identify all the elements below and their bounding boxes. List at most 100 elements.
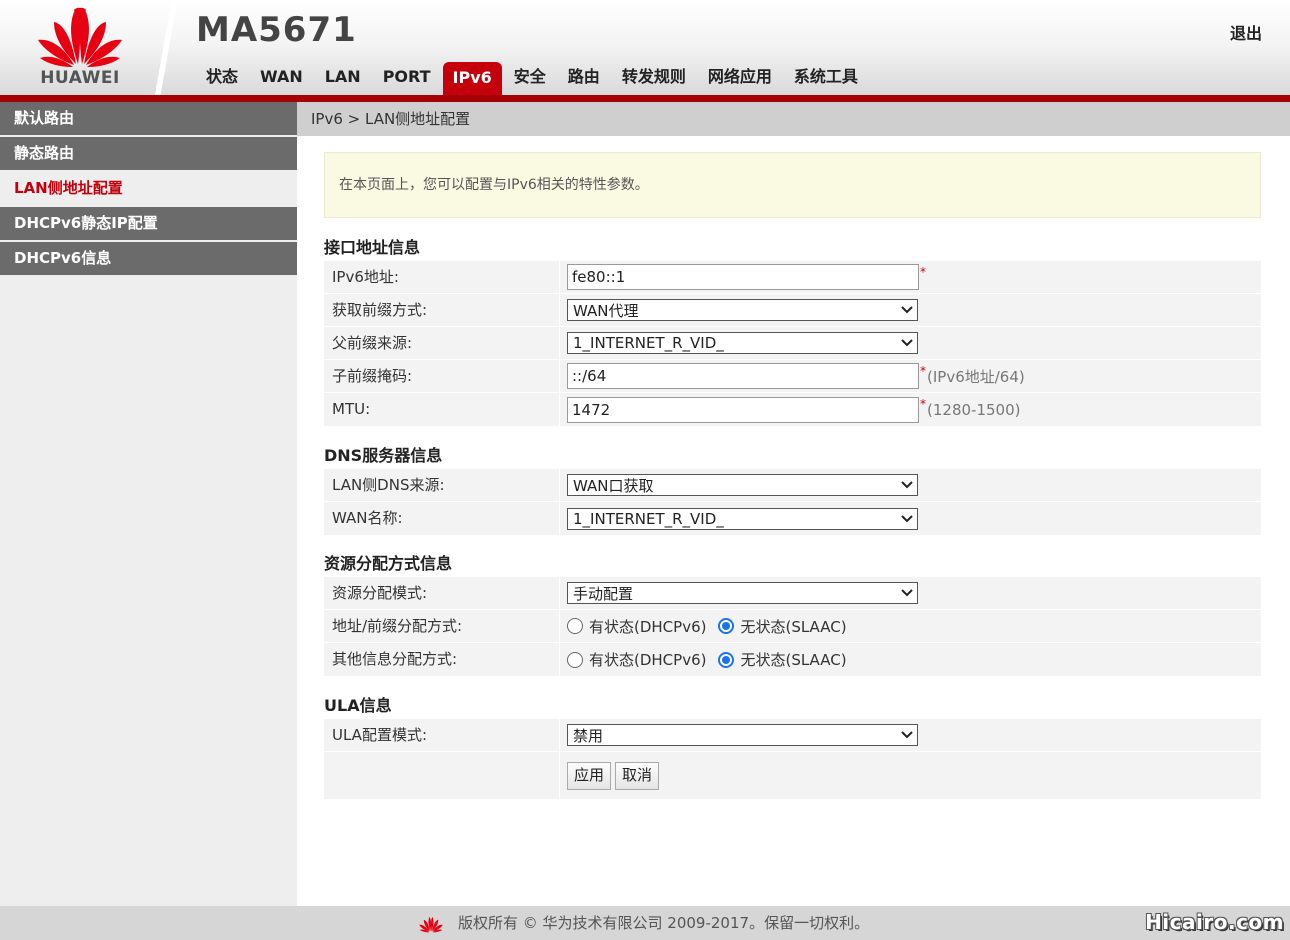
other-assign-label: 其他信息分配方式: <box>324 643 560 676</box>
chevron-down-icon <box>897 333 917 353</box>
nav-status[interactable]: 状态 <box>196 60 248 94</box>
dns-source-select[interactable]: WAN口获取 <box>567 474 918 496</box>
section-title-dns: DNS服务器信息 <box>324 446 443 465</box>
header-divider <box>146 0 186 96</box>
ipv6-address-input[interactable] <box>567 264 919 290</box>
form-row-mtu: MTU: * (1280-1500) <box>324 393 1261 426</box>
other-stateless-radio[interactable] <box>718 651 735 668</box>
other-stateful-radio[interactable] <box>567 651 583 668</box>
form-row-parent-prefix: 父前缀来源: 1_INTERNET_R_VID_ <box>324 327 1261 360</box>
addr-stateful-label: 有状态(DHCPv6) <box>589 617 707 636</box>
brand-name: HUAWEI <box>40 68 120 88</box>
watermark: Hicairo.com <box>1145 910 1284 934</box>
section-title-interface: 接口地址信息 <box>324 238 421 257</box>
apply-button[interactable]: 应用 <box>567 761 612 790</box>
addr-stateless-radio[interactable] <box>718 618 735 634</box>
subnet-mask-hint: (IPv6地址/64) <box>927 367 1025 386</box>
resource-form: 资源分配模式: 手动配置 地址/前缀分配方式: 有状态(DHCPv6) 无状态(… <box>324 577 1261 676</box>
nav-port[interactable]: PORT <box>373 60 441 94</box>
prefix-mode-select[interactable]: WAN代理 <box>567 299 918 321</box>
ula-mode-value: 禁用 <box>573 726 604 745</box>
nav-route[interactable]: 路由 <box>558 60 610 94</box>
wan-name-select[interactable]: 1_INTERNET_R_VID_ <box>567 507 918 530</box>
subnet-mask-input[interactable] <box>567 363 919 389</box>
nav-security[interactable]: 安全 <box>504 60 556 94</box>
resource-mode-value: 手动配置 <box>573 584 634 603</box>
chevron-down-icon <box>897 725 917 745</box>
form-row-addr-assign: 地址/前缀分配方式: 有状态(DHCPv6) 无状态(SLAAC) <box>324 610 1261 643</box>
form-row-other-assign: 其他信息分配方式: 有状态(DHCPv6) 无状态(SLAAC) <box>324 643 1261 676</box>
resource-mode-label: 资源分配模式: <box>324 577 560 609</box>
required-mark: * <box>920 364 926 378</box>
ula-mode-select[interactable]: 禁用 <box>567 724 918 746</box>
required-mark: * <box>920 265 926 279</box>
nav-lan[interactable]: LAN <box>315 60 371 94</box>
form-row-ula-mode: ULA配置模式: 禁用 <box>324 719 1261 752</box>
dns-source-label: LAN侧DNS来源: <box>324 469 560 501</box>
mtu-hint: (1280-1500) <box>927 400 1021 419</box>
wan-name-value: 1_INTERNET_R_VID_ <box>573 509 724 528</box>
sidebar-item-lan-address[interactable]: LAN侧地址配置 <box>0 172 297 205</box>
addr-assign-label: 地址/前缀分配方式: <box>324 610 560 642</box>
sidebar-item-dhcpv6-info[interactable]: DHCPv6信息 <box>0 242 297 275</box>
interface-form: IPv6地址: * 获取前缀方式: WAN代理 父前缀来源: 1_INTERNE… <box>324 261 1261 426</box>
breadcrumb: IPv6 > LAN侧地址配置 <box>297 102 1290 136</box>
parent-prefix-label: 父前缀来源: <box>324 327 560 359</box>
sidebar-item-dhcpv6-static-ip[interactable]: DHCPv6静态IP配置 <box>0 207 297 240</box>
nav-system-tools[interactable]: 系统工具 <box>784 60 868 94</box>
other-stateful-label: 有状态(DHCPv6) <box>589 651 707 669</box>
sidebar-item-static-route[interactable]: 静态路由 <box>0 137 297 170</box>
ipv6-address-label: IPv6地址: <box>324 261 560 293</box>
nav-network-apps[interactable]: 网络应用 <box>698 60 782 94</box>
parent-prefix-select[interactable]: 1_INTERNET_R_VID_ <box>567 332 918 354</box>
ula-form: ULA配置模式: 禁用 应用 取消 <box>324 719 1261 799</box>
form-row-ipv6: IPv6地址: * <box>324 261 1261 294</box>
footer: 版权所有 © 华为技术有限公司 2009-2017。保留一切权利。 Hicair… <box>0 906 1290 940</box>
nav-ipv6[interactable]: IPv6 <box>442 62 502 96</box>
device-title: MA5671 <box>196 10 357 50</box>
huawei-logo: HUAWEI <box>30 6 130 90</box>
prefix-mode-label: 获取前缀方式: <box>324 294 560 326</box>
nav-wan[interactable]: WAN <box>250 60 313 94</box>
addr-stateless-label: 无状态(SLAAC) <box>740 617 847 636</box>
resource-mode-select[interactable]: 手动配置 <box>567 582 918 604</box>
main-content: IPv6 > LAN侧地址配置 在本页面上，您可以配置与IPv6相关的特性参数。… <box>297 102 1290 906</box>
prefix-mode-value: WAN代理 <box>573 301 639 320</box>
mtu-label: MTU: <box>324 393 560 426</box>
sidebar: 默认路由 静态路由 LAN侧地址配置 DHCPv6静态IP配置 DHCPv6信息 <box>0 102 297 906</box>
nav-forward-rules[interactable]: 转发规则 <box>612 60 696 94</box>
cancel-button[interactable]: 取消 <box>615 761 660 790</box>
chevron-down-icon <box>897 300 917 320</box>
actions-label-spacer <box>324 752 560 799</box>
section-title-resource: 资源分配方式信息 <box>324 554 453 573</box>
section-title-ula: ULA信息 <box>324 696 392 715</box>
form-row-wan-name: WAN名称: 1_INTERNET_R_VID_ <box>324 502 1261 535</box>
chevron-down-icon <box>897 509 917 529</box>
wan-name-label: WAN名称: <box>324 502 560 535</box>
subnet-mask-label: 子前缀掩码: <box>324 360 560 392</box>
other-stateless-label: 无状态(SLAAC) <box>740 651 847 669</box>
addr-stateful-radio[interactable] <box>567 618 583 634</box>
form-row-resource-mode: 资源分配模式: 手动配置 <box>324 577 1261 610</box>
required-mark: * <box>920 397 926 411</box>
top-nav: 状态 WAN LAN PORT IPv6 安全 路由 转发规则 网络应用 系统工… <box>196 60 870 96</box>
huawei-petals-icon <box>38 7 122 67</box>
copyright-text: 版权所有 © 华为技术有限公司 2009-2017。保留一切权利。 <box>458 914 870 932</box>
chevron-down-icon <box>897 475 917 495</box>
form-row-dns-source: LAN侧DNS来源: WAN口获取 <box>324 469 1261 502</box>
form-row-subnet-mask: 子前缀掩码: * (IPv6地址/64) <box>324 360 1261 393</box>
mtu-input[interactable] <box>567 396 919 423</box>
sidebar-item-default-route[interactable]: 默认路由 <box>0 102 297 135</box>
huawei-footer-logo-icon <box>419 917 443 933</box>
chevron-down-icon <box>897 583 917 603</box>
dns-source-value: WAN口获取 <box>573 476 654 495</box>
header: HUAWEI MA5671 退出 状态 WAN LAN PORT IPv6 安全… <box>0 0 1290 96</box>
form-row-prefix-mode: 获取前缀方式: WAN代理 <box>324 294 1261 327</box>
page-notice: 在本页面上，您可以配置与IPv6相关的特性参数。 <box>324 152 1261 218</box>
header-red-bar <box>0 95 1290 102</box>
dns-form: LAN侧DNS来源: WAN口获取 WAN名称: 1_INTERNET_R_VI… <box>324 469 1261 535</box>
form-row-actions: 应用 取消 <box>324 752 1261 799</box>
ula-mode-label: ULA配置模式: <box>324 719 560 751</box>
parent-prefix-value: 1_INTERNET_R_VID_ <box>573 334 724 352</box>
logout-link[interactable]: 退出 <box>1230 20 1262 44</box>
